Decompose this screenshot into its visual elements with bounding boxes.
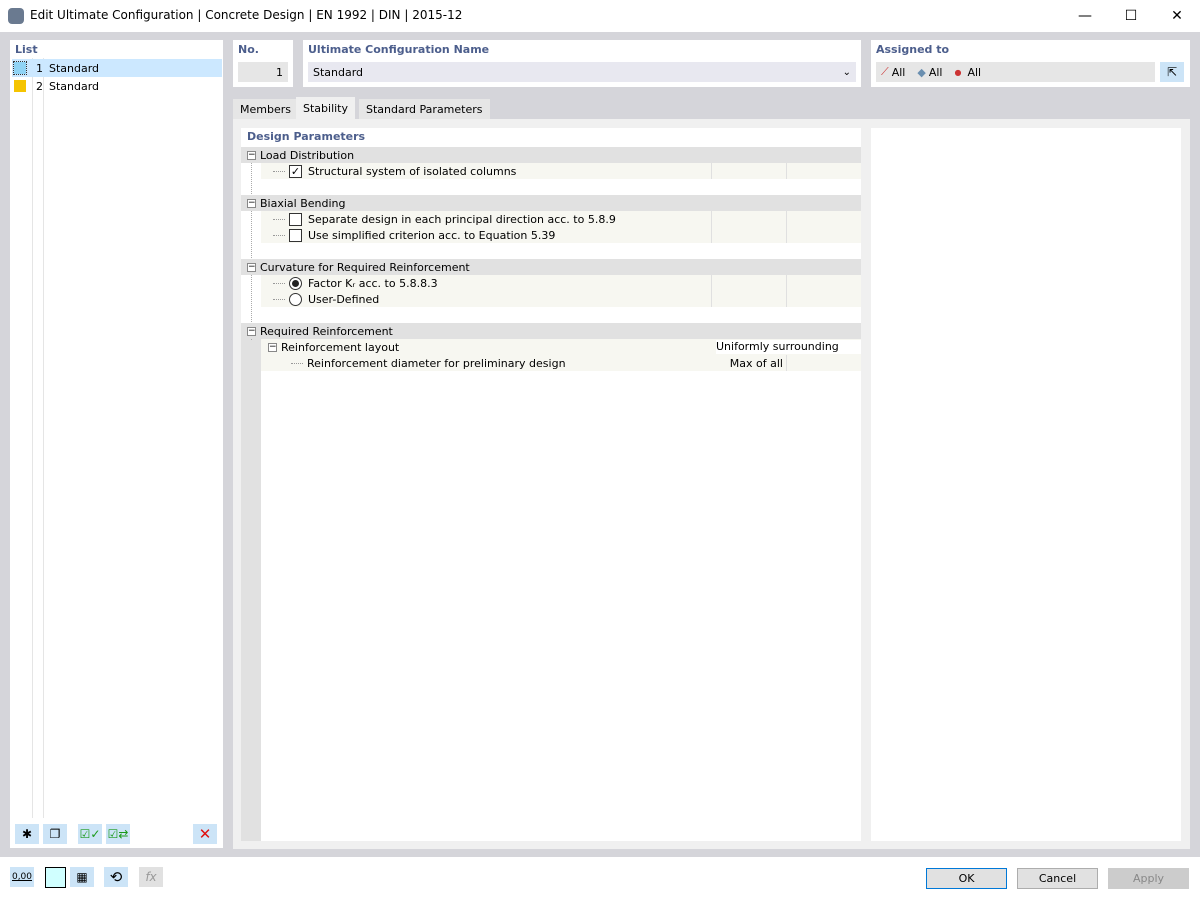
group-required-reinforcement[interactable]: − Required Reinforcement — [241, 323, 861, 339]
item-name: Standard — [49, 61, 100, 75]
cancel-button[interactable]: Cancel — [1017, 868, 1098, 889]
tab-members[interactable]: Members — [233, 99, 298, 120]
option-separate-design[interactable]: Separate design in each principal direct… — [261, 211, 861, 227]
list-item[interactable]: 1 Standard — [12, 59, 222, 77]
radio-selected-icon[interactable] — [289, 276, 302, 290]
collapse-icon[interactable]: − — [247, 326, 256, 336]
group-label: Load Distribution — [260, 148, 355, 162]
group-label: Biaxial Bending — [260, 196, 346, 210]
assigned-field: ⟋ All ◆ All ● All — [876, 62, 1155, 82]
minimize-button[interactable]: — — [1062, 0, 1108, 32]
item-name: Standard — [49, 79, 100, 93]
maximize-button[interactable]: ☐ — [1108, 0, 1154, 32]
info-panel — [871, 128, 1181, 841]
name-panel: Ultimate Configuration Name Standard ⌄ — [303, 40, 861, 87]
name-value: Standard — [313, 65, 364, 79]
group-label: Curvature for Required Reinforcement — [260, 260, 470, 274]
reinforcement-diameter-row[interactable]: Reinforcement diameter for preliminary d… — [261, 355, 861, 371]
group-label: Required Reinforcement — [260, 324, 393, 338]
apply-button: Apply — [1108, 868, 1189, 889]
group-biaxial-bending[interactable]: − Biaxial Bending — [241, 195, 861, 211]
ok-button[interactable]: OK — [926, 868, 1007, 889]
title-bar: Edit Ultimate Configuration | Concrete D… — [0, 0, 1200, 32]
collapse-icon[interactable]: − — [247, 262, 256, 272]
name-combobox[interactable]: Standard ⌄ — [308, 62, 856, 82]
number-field: 1 — [238, 62, 288, 82]
option-isolated-columns[interactable]: ✓ Structural system of isolated columns — [261, 163, 861, 179]
node-icon: ● — [954, 67, 962, 77]
assigned-panel: Assigned to ⟋ All ◆ All ● All ⇱ — [871, 40, 1190, 87]
list-label: List — [15, 43, 38, 56]
collapse-icon[interactable]: − — [268, 342, 277, 352]
option-factor-kr[interactable]: Factor Kᵣ acc. to 5.8.8.3 — [261, 275, 861, 291]
param-label: Reinforcement layout — [281, 340, 400, 354]
checkbox-icon[interactable] — [289, 228, 302, 242]
reset-icon[interactable]: ⟲ — [104, 867, 128, 887]
select-pointer-icon[interactable]: ⇱ — [1160, 62, 1184, 82]
option-label: Use simplified criterion acc. to Equatio… — [308, 228, 556, 242]
chevron-down-icon: ⌄ — [842, 66, 851, 78]
checkbox-icon[interactable] — [289, 212, 302, 226]
checkbox-checked-icon[interactable]: ✓ — [289, 164, 302, 178]
grid-title: Design Parameters — [247, 130, 366, 143]
delete-icon[interactable]: ✕ — [193, 824, 217, 844]
collapse-icon[interactable]: − — [247, 150, 256, 160]
option-simplified-criterion[interactable]: Use simplified criterion acc. to Equatio… — [261, 227, 861, 243]
check-all-icon[interactable]: ☑✓ — [78, 824, 102, 844]
assigned-nodes: All — [967, 65, 982, 79]
name-label: Ultimate Configuration Name — [308, 43, 490, 56]
copy-item-icon[interactable]: ❐ — [43, 824, 67, 844]
item-number: 2 — [36, 79, 43, 93]
option-label: Structural system of isolated columns — [308, 164, 517, 178]
list-item[interactable]: 2 Standard — [12, 77, 222, 95]
reinforcement-diameter-value[interactable]: Max of all — [711, 357, 786, 370]
member-icon: ⟋ — [881, 65, 889, 78]
group-curvature[interactable]: − Curvature for Required Reinforcement — [241, 259, 861, 275]
number-label: No. — [238, 43, 259, 56]
window-title: Edit Ultimate Configuration | Concrete D… — [30, 8, 463, 22]
option-user-defined[interactable]: User-Defined — [261, 291, 861, 307]
option-label: User-Defined — [308, 292, 380, 306]
reinforcement-layout-row[interactable]: − Reinforcement layout Uniformly surroundi… — [261, 339, 861, 355]
assigned-members: All — [891, 65, 906, 79]
param-label: Reinforcement diameter for preliminary d… — [307, 356, 566, 370]
decimal-places-icon[interactable]: 0,00 — [10, 867, 34, 887]
color-swatch — [13, 61, 27, 75]
group-load-distribution[interactable]: − Load Distribution — [241, 147, 861, 163]
color-swatch — [14, 80, 26, 92]
color-picker-icon[interactable] — [45, 867, 66, 888]
assigned-label: Assigned to — [876, 43, 950, 56]
collapse-icon[interactable]: − — [247, 198, 256, 208]
toggle-check-icon[interactable]: ☑⇄ — [106, 824, 130, 844]
formula-icon: fx — [139, 867, 163, 887]
tab-stability[interactable]: Stability — [296, 97, 356, 120]
number-panel: No. 1 — [233, 40, 293, 87]
item-number: 1 — [36, 61, 43, 75]
list-panel: List 1 Standard 2 Standard ✱ ❐ ☑✓ ☑⇄ ✕ — [10, 40, 223, 848]
display-settings-icon[interactable]: ▦ — [70, 867, 94, 887]
surface-icon: ◆ — [917, 65, 926, 79]
assigned-surfaces: All — [928, 65, 943, 79]
tab-standard-parameters[interactable]: Standard Parameters — [359, 99, 490, 120]
reinforcement-layout-value[interactable]: Uniformly surrounding — [716, 340, 861, 354]
close-button[interactable]: ✕ — [1154, 0, 1200, 32]
radio-icon[interactable] — [289, 292, 302, 306]
app-icon — [8, 8, 24, 24]
new-item-icon[interactable]: ✱ — [15, 824, 39, 844]
option-label: Factor Kᵣ acc. to 5.8.8.3 — [308, 276, 438, 290]
option-label: Separate design in each principal direct… — [308, 212, 616, 226]
